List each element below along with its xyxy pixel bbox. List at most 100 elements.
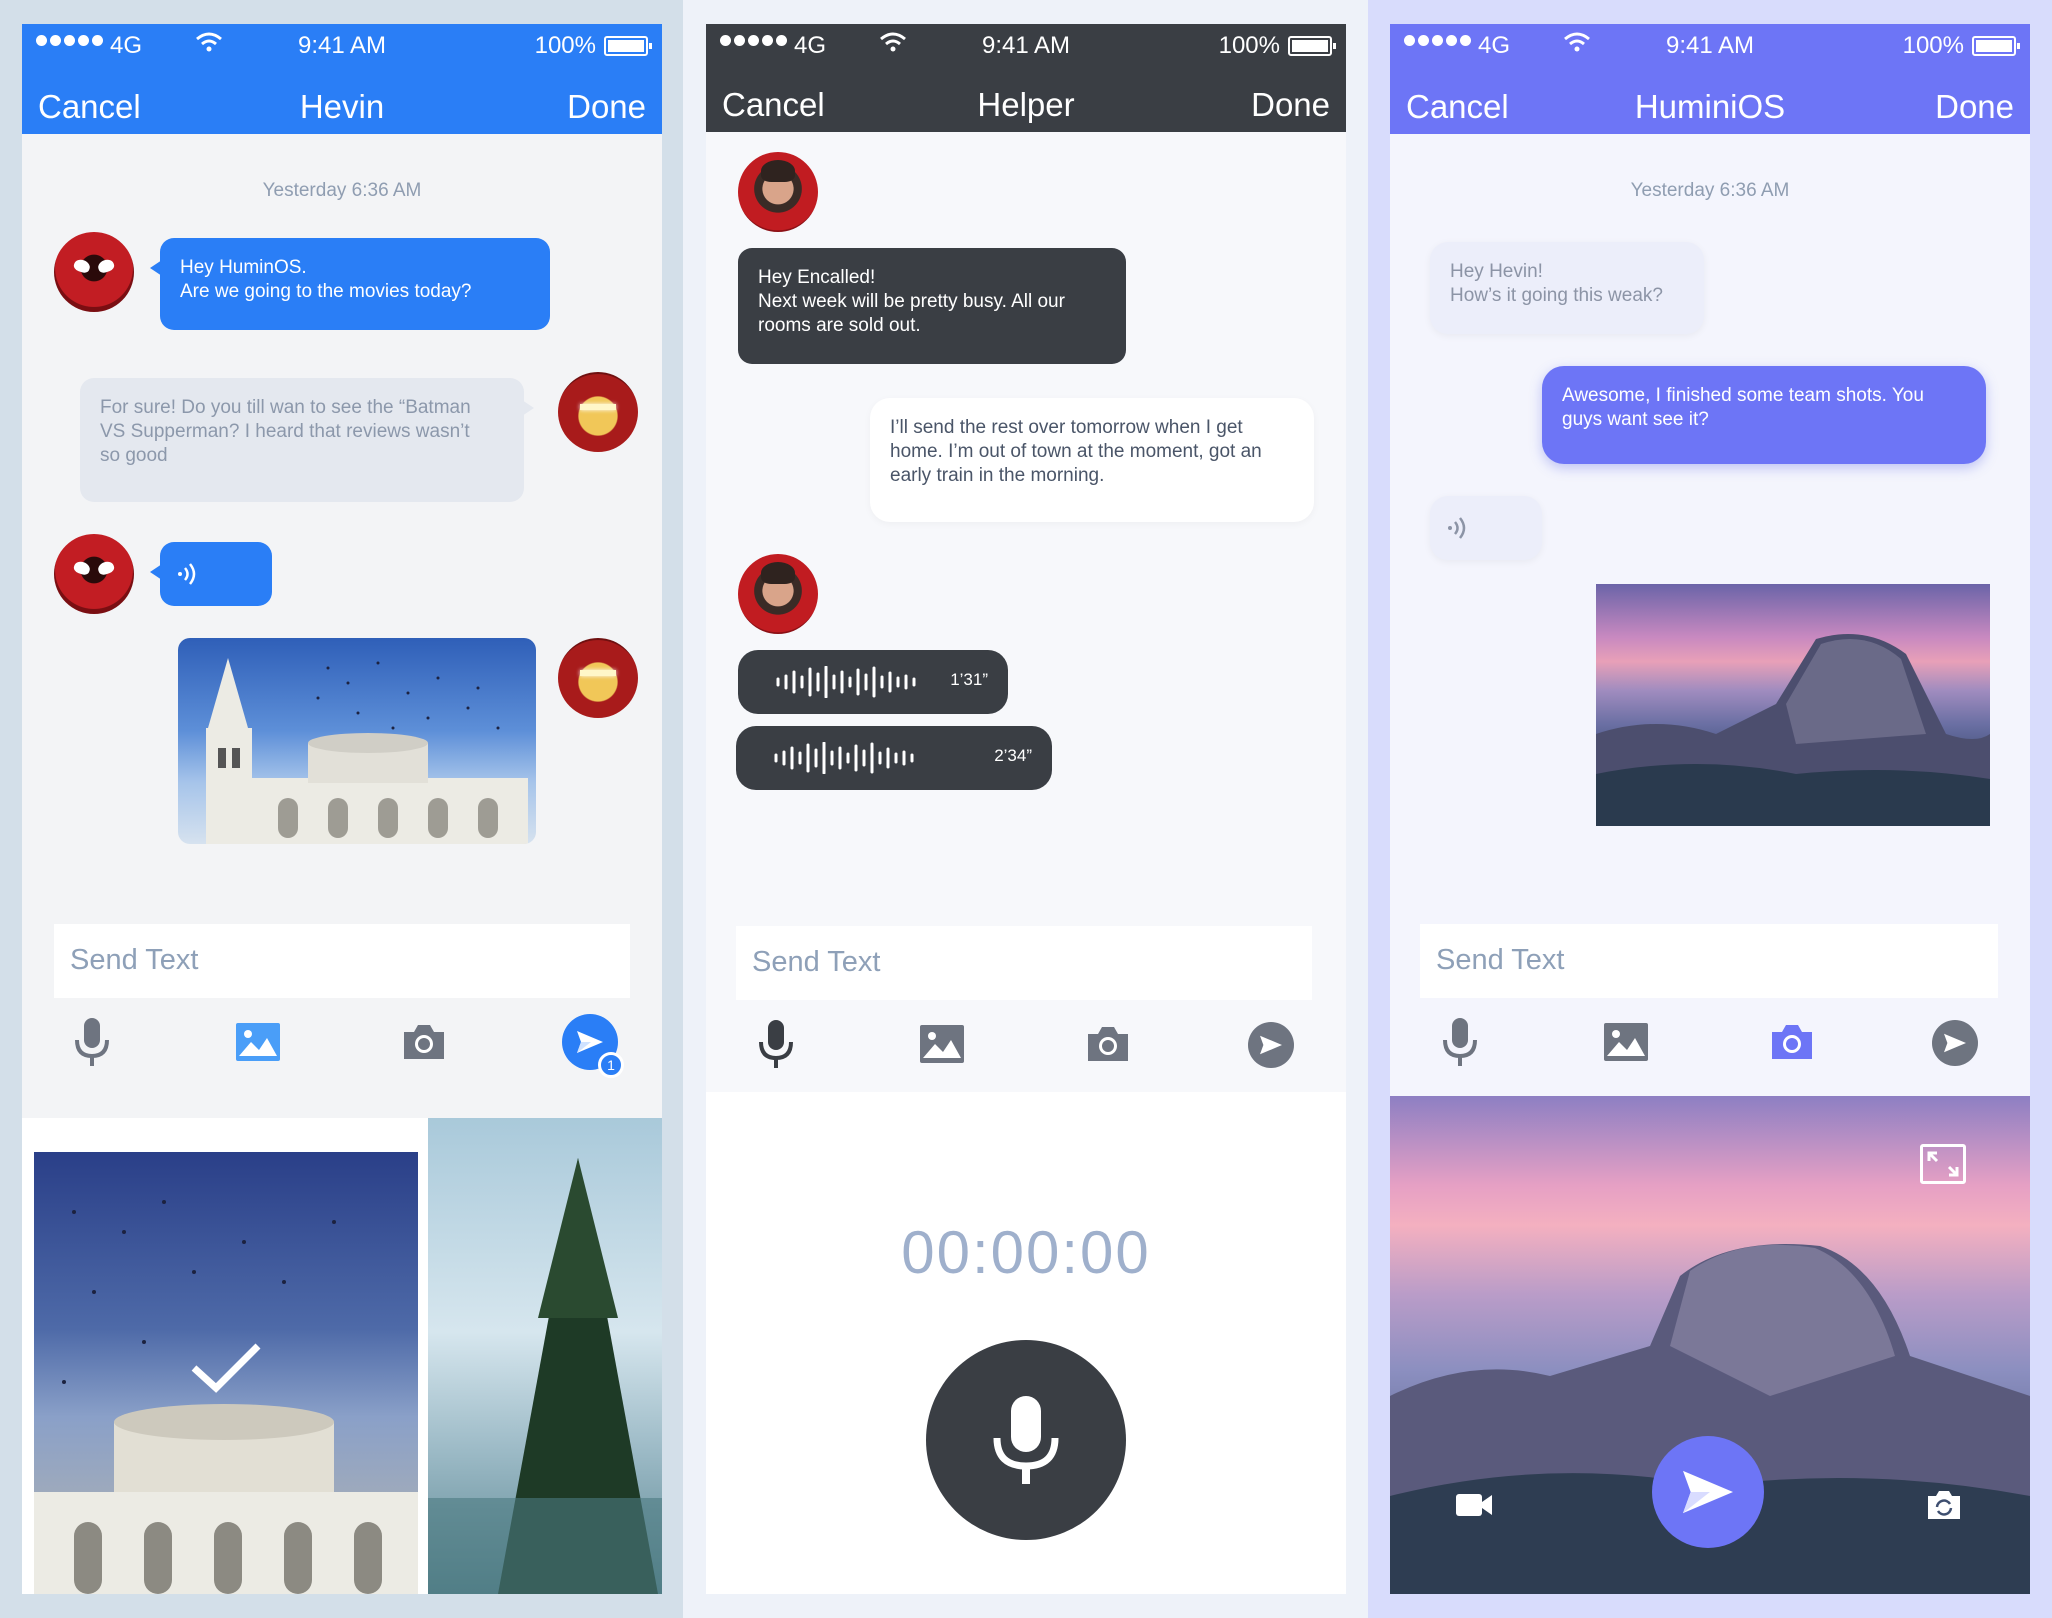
picker-photo-tree[interactable] bbox=[428, 1118, 662, 1594]
send-icon bbox=[577, 1031, 603, 1053]
avatar-ironman[interactable] bbox=[558, 638, 638, 718]
input-placeholder: Send Text bbox=[70, 944, 199, 976]
camera-button[interactable] bbox=[1764, 1014, 1820, 1070]
waveform-icon bbox=[776, 666, 916, 698]
camera-icon bbox=[1772, 1025, 1812, 1059]
photo-message-church[interactable] bbox=[178, 638, 536, 844]
send-button[interactable] bbox=[1932, 1020, 1978, 1066]
done-button[interactable]: Done bbox=[1251, 86, 1330, 124]
send-icon bbox=[1260, 1035, 1282, 1055]
message-line: Hey Encalled! bbox=[758, 267, 876, 288]
photo-message-mountain[interactable] bbox=[1596, 584, 1990, 826]
message-incoming-1[interactable]: Hey HuminOS. Are we going to the movies … bbox=[150, 238, 550, 330]
microphone-icon bbox=[993, 1396, 1059, 1484]
camera-button[interactable] bbox=[1080, 1016, 1136, 1072]
camera-icon bbox=[1088, 1027, 1128, 1061]
video-mode-button[interactable] bbox=[1454, 1490, 1494, 1520]
gallery-button[interactable] bbox=[230, 1014, 286, 1070]
message-line: How’s it going this weak? bbox=[1450, 285, 1663, 306]
nav-bar: 4G 9:41 AM 100% Cancel Helper Done bbox=[706, 24, 1346, 132]
image-icon bbox=[236, 1023, 280, 1061]
cancel-button[interactable]: Cancel bbox=[38, 88, 141, 126]
camera-viewfinder bbox=[1390, 1096, 2030, 1594]
microphone-button[interactable] bbox=[1432, 1014, 1488, 1070]
message-line: For sure! Do you till wan to see the “Ba… bbox=[100, 397, 471, 418]
message-line: Are we going to the movies today? bbox=[180, 281, 472, 302]
camera-icon bbox=[404, 1025, 444, 1059]
message-line: Hey Hevin! bbox=[1450, 261, 1543, 282]
voice-message-2[interactable]: 2’34” bbox=[736, 726, 1052, 790]
send-text-input[interactable]: Send Text bbox=[1420, 924, 1998, 998]
input-placeholder: Send Text bbox=[752, 946, 881, 978]
avatar-contact[interactable] bbox=[738, 152, 818, 232]
gallery-button[interactable] bbox=[914, 1016, 970, 1072]
microphone-icon bbox=[759, 1020, 793, 1068]
avatar-deadpool[interactable] bbox=[54, 232, 134, 312]
waveform-icon bbox=[774, 742, 914, 774]
photo-picker bbox=[22, 1118, 662, 1594]
avatar-ironman[interactable] bbox=[558, 372, 638, 452]
chat-screen-huminios: 4G 9:41 AM 100% Cancel HuminiOS Done Yes… bbox=[1390, 24, 2030, 1594]
image-icon bbox=[1604, 1023, 1648, 1061]
message-incoming-1[interactable]: Hey Encalled! Next week will be pretty b… bbox=[738, 248, 1126, 364]
message-line: I’ll send the rest over tomorrow when I … bbox=[890, 417, 1243, 438]
voice-message-bubble[interactable] bbox=[1430, 496, 1542, 560]
send-button[interactable] bbox=[1248, 1022, 1294, 1068]
input-placeholder: Send Text bbox=[1436, 944, 1565, 976]
mountain-image bbox=[1596, 634, 1990, 826]
voice-message-1[interactable]: 1’31” bbox=[738, 650, 1008, 714]
battery-icon bbox=[1288, 36, 1336, 56]
battery-percent: 100% bbox=[534, 32, 596, 59]
record-button[interactable] bbox=[926, 1340, 1126, 1540]
recording-timer: 00:00:00 bbox=[901, 1219, 1151, 1286]
send-text-input[interactable]: Send Text bbox=[54, 924, 630, 998]
done-button[interactable]: Done bbox=[567, 88, 646, 126]
message-line: Next week will be pretty busy. All our bbox=[758, 291, 1065, 312]
tree-image bbox=[428, 1158, 662, 1594]
message-line: home. I’m out of town at the moment, got… bbox=[890, 441, 1262, 462]
checkmark-icon bbox=[191, 1343, 261, 1393]
fullscreen-button[interactable] bbox=[1920, 1144, 1966, 1184]
input-toolbar bbox=[706, 1016, 1346, 1086]
microphone-icon bbox=[1443, 1018, 1477, 1066]
microphone-button[interactable] bbox=[748, 1016, 804, 1072]
avatar-contact[interactable] bbox=[738, 554, 818, 634]
camera-button[interactable] bbox=[396, 1014, 452, 1070]
send-button[interactable]: 1 bbox=[562, 1014, 624, 1078]
message-incoming-1[interactable]: Hey Hevin! How’s it going this weak? bbox=[1430, 242, 1704, 334]
avatar-deadpool[interactable] bbox=[54, 534, 134, 614]
message-line: guys want see it? bbox=[1562, 409, 1709, 430]
nav-bar: 4G 9:41 AM 100% Cancel Hevin Done bbox=[22, 24, 662, 134]
battery-percent: 100% bbox=[1902, 32, 1964, 59]
message-line: Hey HuminOS. bbox=[180, 257, 307, 278]
video-camera-icon bbox=[1456, 1494, 1492, 1516]
message-line: rooms are sold out. bbox=[758, 315, 921, 336]
send-icon bbox=[1944, 1033, 1966, 1053]
microphone-icon bbox=[75, 1018, 109, 1066]
battery-icon bbox=[1972, 36, 2020, 56]
switch-camera-icon bbox=[1928, 1491, 1960, 1519]
gallery-button[interactable] bbox=[1598, 1014, 1654, 1070]
done-button[interactable]: Done bbox=[1935, 88, 2014, 126]
switch-camera-button[interactable] bbox=[1924, 1488, 1964, 1522]
voice-duration: 2’34” bbox=[994, 746, 1032, 765]
input-toolbar bbox=[1390, 1014, 2030, 1084]
battery-percent: 100% bbox=[1218, 32, 1280, 59]
capture-send-button[interactable] bbox=[1652, 1436, 1764, 1548]
cancel-button[interactable]: Cancel bbox=[722, 86, 825, 124]
message-line: early train in the morning. bbox=[890, 465, 1105, 486]
voice-wave-icon bbox=[178, 563, 196, 585]
cancel-button[interactable]: Cancel bbox=[1406, 88, 1509, 126]
microphone-button[interactable] bbox=[64, 1014, 120, 1070]
message-line: Awesome, I finished some team shots. You bbox=[1562, 385, 1924, 406]
image-icon bbox=[920, 1025, 964, 1063]
picker-photo-selected[interactable] bbox=[34, 1152, 418, 1594]
church-image bbox=[206, 658, 528, 844]
send-count-badge: 1 bbox=[598, 1052, 624, 1078]
message-outgoing-1[interactable]: For sure! Do you till wan to see the “Ba… bbox=[80, 378, 534, 502]
voice-message-bubble[interactable] bbox=[150, 542, 272, 606]
chat-screen-hevin: 4G 9:41 AM 100% Cancel Hevin Done Yester… bbox=[22, 24, 662, 1594]
message-outgoing-1[interactable]: I’ll send the rest over tomorrow when I … bbox=[870, 398, 1314, 522]
message-outgoing-1[interactable]: Awesome, I finished some team shots. You… bbox=[1542, 366, 1986, 464]
send-text-input[interactable]: Send Text bbox=[736, 926, 1312, 1000]
